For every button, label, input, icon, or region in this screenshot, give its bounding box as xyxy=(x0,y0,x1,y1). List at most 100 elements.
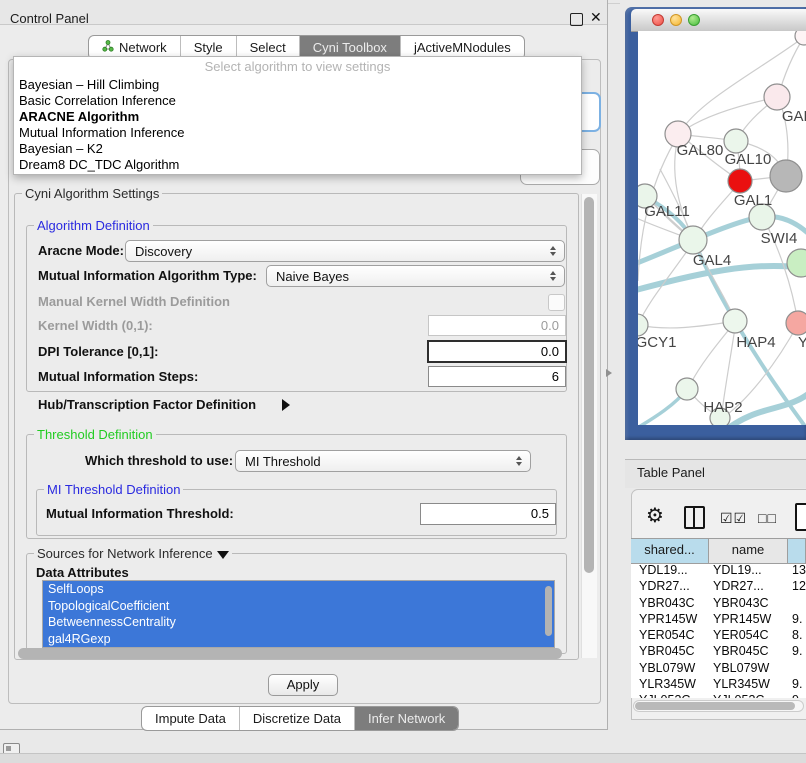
attribute-list-item[interactable]: gal4RGexp xyxy=(43,631,554,648)
table-column-header[interactable]: name xyxy=(709,539,788,563)
dropdown-item[interactable]: Bayesian – K2 xyxy=(14,141,581,157)
tab-label: Impute Data xyxy=(155,707,226,730)
table-cell: YER054C xyxy=(710,627,789,643)
network-node[interactable] xyxy=(786,311,806,335)
table-cell: YDR27... xyxy=(631,578,710,594)
document-icon[interactable] xyxy=(795,503,806,531)
expand-right-icon[interactable] xyxy=(282,399,290,411)
table-column-header[interactable] xyxy=(788,539,806,563)
table-cell: YJL053C xyxy=(710,692,789,698)
network-node[interactable] xyxy=(638,314,648,336)
table-cell: 9. xyxy=(789,611,802,627)
minimize-traffic-light[interactable] xyxy=(670,14,682,26)
table-cell xyxy=(789,595,792,611)
apply-button[interactable]: Apply xyxy=(268,674,338,696)
table-row[interactable]: YBL079WYBL079W xyxy=(631,660,806,676)
dropdown-item[interactable]: Mutual Information Inference xyxy=(14,125,581,141)
aracne-mode-label: Aracne Mode: xyxy=(38,240,124,262)
network-node[interactable] xyxy=(770,160,802,192)
dropdown-item[interactable]: Basic Correlation Inference xyxy=(14,93,581,109)
network-node[interactable] xyxy=(787,249,806,277)
attribute-list-item[interactable]: SelfLoops xyxy=(43,581,554,598)
dpi-tolerance-field[interactable]: 0.0 xyxy=(427,340,567,363)
settings-hscrollbar-thumb[interactable] xyxy=(18,648,562,659)
table-row[interactable]: YJL053CYJL053C9. xyxy=(631,692,806,698)
network-node[interactable] xyxy=(728,169,752,193)
table-cell: YBR045C xyxy=(710,643,789,659)
network-canvas[interactable]: GAL2GAL80GAL10GAL1GAL11SWI4GAL4GCY1HAP4Y… xyxy=(638,31,806,425)
network-node[interactable] xyxy=(679,226,707,254)
network-node-label: HAP2 xyxy=(703,399,742,416)
table-cell: YPR145W xyxy=(710,611,789,627)
table-cell: YBL079W xyxy=(631,660,710,676)
dropdown-item[interactable]: Dream8 DC_TDC Algorithm xyxy=(14,157,581,173)
list-scrollbar-thumb[interactable] xyxy=(545,586,552,636)
kernel-width-field[interactable]: 0.0 xyxy=(428,315,566,336)
table-cell: 8. xyxy=(789,627,802,643)
mi-threshold-title: MI Threshold Definition xyxy=(44,482,183,497)
network-edge[interactable] xyxy=(638,321,736,328)
network-node-label: SWI4 xyxy=(761,230,798,247)
network-node[interactable] xyxy=(764,84,790,110)
bottom-tabbar: Impute Data Discretize Data Infer Network xyxy=(141,706,459,731)
dropdown-item[interactable]: ARACNE Algorithm xyxy=(14,109,581,125)
which-threshold-select[interactable]: MI Threshold xyxy=(235,450,531,472)
table-settings-gear-icon[interactable]: ⚙ xyxy=(646,503,664,528)
algorithm-definition-title: Algorithm Definition xyxy=(34,218,153,233)
sources-expander[interactable]: Sources for Network Inference xyxy=(34,546,232,561)
table-row[interactable]: YBR045CYBR045C9. xyxy=(631,643,806,659)
attribute-list-item[interactable]: BetweennessCentrality xyxy=(43,614,554,631)
table-row[interactable]: YDL19...YDL19...13 xyxy=(631,562,806,578)
zoom-traffic-light[interactable] xyxy=(688,14,700,26)
manual-kernel-checkbox[interactable] xyxy=(548,294,565,311)
network-node-label: GAL2 xyxy=(782,108,806,125)
table-row[interactable]: YDR27...YDR27...12 xyxy=(631,578,806,594)
aracne-mode-select[interactable]: Discovery xyxy=(125,240,565,262)
close-traffic-light[interactable] xyxy=(652,14,664,26)
select-none-unchecked-icon[interactable]: □□ xyxy=(758,510,777,526)
close-icon[interactable]: ✕ xyxy=(590,9,602,26)
tab-impute-data[interactable]: Impute Data xyxy=(142,707,239,730)
network-node[interactable] xyxy=(723,309,747,333)
table-hscrollbar-thumb[interactable] xyxy=(635,702,795,710)
algorithm-dropdown-popup: Select algorithm to view settings Bayesi… xyxy=(13,56,582,175)
table-row[interactable]: YPR145WYPR145W9. xyxy=(631,611,806,627)
column-view-icon[interactable] xyxy=(684,506,705,529)
mi-threshold-field[interactable]: 0.5 xyxy=(420,503,556,525)
table-cell: YDR27... xyxy=(710,578,789,594)
network-node[interactable] xyxy=(676,378,698,400)
network-node-label: GAL10 xyxy=(725,151,772,168)
network-node-label: HAP4 xyxy=(736,334,775,351)
control-panel-titlebar xyxy=(0,0,607,25)
table-cell xyxy=(789,660,792,676)
mi-type-select[interactable]: Naive Bayes xyxy=(266,265,565,287)
network-edge[interactable] xyxy=(638,266,806,291)
hub-definition-expander-label[interactable]: Hub/Transcription Factor Definition xyxy=(38,394,256,416)
tab-label: Infer Network xyxy=(368,707,445,730)
table-row[interactable]: YLR345WYLR345W9. xyxy=(631,676,806,692)
which-threshold-label: Which threshold to use: xyxy=(85,450,233,472)
mi-steps-field[interactable]: 6 xyxy=(428,366,566,387)
network-node-label: GAL80 xyxy=(677,142,724,159)
manual-kernel-label: Manual Kernel Width Definition xyxy=(38,291,230,313)
float-window-icon[interactable] xyxy=(570,13,583,26)
tab-infer-network[interactable]: Infer Network xyxy=(354,707,458,730)
attribute-list-item[interactable]: TopologicalCoefficient xyxy=(43,598,554,615)
dpi-tolerance-label: DPI Tolerance [0,1]: xyxy=(38,341,158,363)
table-cell: YBR043C xyxy=(710,595,789,611)
select-all-checked-icon[interactable]: ☑☑ xyxy=(720,510,747,527)
network-node[interactable] xyxy=(724,129,748,153)
table-column-header[interactable]: shared... xyxy=(631,539,709,563)
table-row[interactable]: YBR043CYBR043C xyxy=(631,595,806,611)
network-node-label: Y xyxy=(798,334,806,351)
network-node-label: GAL4 xyxy=(693,252,731,269)
kernel-width-label: Kernel Width (0,1): xyxy=(38,315,153,337)
tab-discretize-data[interactable]: Discretize Data xyxy=(239,707,354,730)
dropdown-item[interactable]: Bayesian – Hill Climbing xyxy=(14,77,581,93)
split-divider-arrow[interactable] xyxy=(606,369,612,377)
settings-scrollbar-thumb[interactable] xyxy=(584,197,594,573)
control-panel-title: Control Panel xyxy=(10,11,89,26)
data-attributes-list: SelfLoopsTopologicalCoefficientBetweenne… xyxy=(42,580,555,648)
dropdown-prompt: Select algorithm to view settings xyxy=(14,57,581,77)
table-row[interactable]: YER054CYER054C8. xyxy=(631,627,806,643)
